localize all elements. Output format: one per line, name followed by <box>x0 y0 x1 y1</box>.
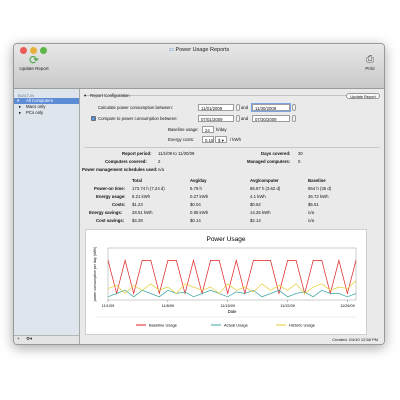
calc-from-field[interactable]: 11/01/2009 <box>198 104 234 111</box>
date-stepper[interactable] <box>236 115 240 122</box>
update-report-button[interactable]: Update Report <box>346 93 380 99</box>
col-header-avg-computer: Avg/computer <box>250 178 279 183</box>
row-label: Cost savings: <box>96 218 125 223</box>
energy-unit: / kWh <box>230 137 241 142</box>
covered-label: Computers covered: <box>105 159 147 164</box>
col-header-baseline: Baseline <box>308 178 326 183</box>
table-cell: $0.14 <box>190 218 201 223</box>
table-cell: 864 h (36 d) <box>308 186 332 191</box>
table-cell: 86.87 h (3.62 d) <box>250 186 281 191</box>
table-cell: $2.14 <box>250 218 261 223</box>
legend-label: Actual Usage <box>224 323 249 328</box>
baseline-label: Baseline usage: <box>168 127 199 132</box>
table-cell: 28.51 kWh <box>132 210 153 215</box>
compare-checkbox[interactable]: ✓ <box>91 116 96 121</box>
managed-value: 0 <box>298 159 301 164</box>
window-title: ▭ Power Usage Reports <box>168 47 230 53</box>
date-stepper[interactable] <box>292 115 296 122</box>
and-label: and <box>241 105 249 110</box>
power-usage-chart: Power Usage power consumption per day (kW… <box>85 229 367 335</box>
days-value: 30 <box>298 151 303 156</box>
managed-label: Managed computers: <box>247 159 291 164</box>
table-cell: $5.51 <box>308 202 319 207</box>
x-tick-label: 11/1/09 <box>102 304 114 308</box>
y-axis-label: power consumption per day (kWh) <box>93 247 97 302</box>
document-icon: ▭ <box>168 47 174 53</box>
date-stepper[interactable] <box>292 104 296 111</box>
printer-icon: ⎙ <box>366 54 374 65</box>
calc-label: Calculate power consumption between: <box>98 105 174 110</box>
titlebar: ▭ Power Usage Reports ⟳ Update Report ⎙ … <box>14 44 384 89</box>
table-cell: 4.1 kWh <box>250 194 266 199</box>
update-report-toolbar-button[interactable]: ⟳ Update Report <box>18 54 50 71</box>
row-label: Power-on time: <box>94 186 126 191</box>
print-toolbar-button[interactable]: ⎙ Print <box>360 54 380 71</box>
section-label: Report Configuration <box>90 93 130 98</box>
table-cell: 0.27 kWh <box>190 194 209 199</box>
sidebar: BUILT-IN ▾ All Computers ▸ Macs only ▸ P… <box>14 89 80 344</box>
covered-value: 2 <box>158 159 161 164</box>
schedules-value: n/a <box>158 167 164 172</box>
report-configuration: ▾ Report Configuration Update Report Cal… <box>82 93 380 223</box>
chart-svg: Power Usage power consumption per day (kW… <box>93 236 357 328</box>
series-line-actual-usage <box>107 289 357 298</box>
energy-cost-field[interactable]: 0.15 <box>202 136 214 143</box>
baseline-unit: h/day <box>216 127 227 132</box>
x-tick-label: 11/15/09 <box>220 304 235 308</box>
table-cell: $1.23 <box>132 202 143 207</box>
period-label: Report period: <box>122 151 152 156</box>
compare-label: Compare to power consumption between: <box>98 116 178 121</box>
days-label: Days covered: <box>261 151 291 156</box>
row-label: Costs: <box>112 202 126 207</box>
legend-label: Historic Usage <box>289 323 316 328</box>
table-cell: n/a <box>308 218 314 223</box>
date-stepper[interactable] <box>236 104 240 111</box>
compare-to-field[interactable]: 07/30/2009 <box>252 115 290 122</box>
col-header-total: Total <box>132 178 142 183</box>
table-cell: $0.04 <box>190 202 201 207</box>
row-label: Energy savings: <box>89 210 123 215</box>
table-cell: 8.21 kWh <box>132 194 151 199</box>
x-tick-label: 11/8/09 <box>162 304 174 308</box>
table-cell: 0.95 kWh <box>190 210 209 215</box>
table-cell: $0.62 <box>250 202 261 207</box>
table-cell: $4.28 <box>132 218 143 223</box>
compare-from-field[interactable]: 07/01/2009 <box>198 115 234 122</box>
table-cell: 173.74 h (7.24 d) <box>132 186 165 191</box>
x-tick-label: 11/29/09 <box>340 304 355 308</box>
status-bar: Created: 2/4/10 12:58 PM <box>332 337 378 342</box>
table-cell: 5.79 h <box>190 186 202 191</box>
series-line-baseline-usage <box>107 259 357 295</box>
table-cell: 14.26 kWh <box>250 210 271 215</box>
x-tick-label: 11/22/09 <box>280 304 295 308</box>
report-window: ▭ Power Usage Reports ⟳ Update Report ⎙ … <box>13 43 385 345</box>
sidebar-bottom-bar: + ⚙▾ <box>14 335 79 344</box>
calc-to-field[interactable]: 11/30/2009 <box>252 104 290 111</box>
sidebar-item-pcs-only[interactable]: ▸ PCs only <box>14 110 79 116</box>
main-panel: ▾ Report Configuration Update Report Cal… <box>80 89 384 344</box>
table-cell: n/a <box>308 210 314 215</box>
currency-select[interactable]: $ ▾ <box>215 136 227 143</box>
gear-icon[interactable]: ⚙▾ <box>26 336 32 342</box>
row-label: Energy usage: <box>96 194 126 199</box>
and-label: and <box>241 116 249 121</box>
collapse-icon[interactable]: ▾ <box>84 93 86 99</box>
legend-label: Baseline Usage <box>149 323 178 328</box>
baseline-field[interactable]: 24 <box>202 126 214 133</box>
col-header-avg-day: Avg/day <box>190 178 207 183</box>
energy-label: Energy costs: <box>168 137 195 142</box>
disclosure-right-icon[interactable]: ▸ <box>19 110 21 116</box>
schedules-label: Power management schedules used: <box>82 167 158 172</box>
chart-title: Power Usage <box>206 236 245 243</box>
period-value: 11/1/09 to 11/30/09 <box>158 151 195 156</box>
refresh-icon: ⟳ <box>28 53 40 67</box>
add-icon[interactable]: + <box>17 336 20 341</box>
table-cell: 36.72 kWh <box>308 194 329 199</box>
x-axis-label: Date <box>228 309 238 314</box>
